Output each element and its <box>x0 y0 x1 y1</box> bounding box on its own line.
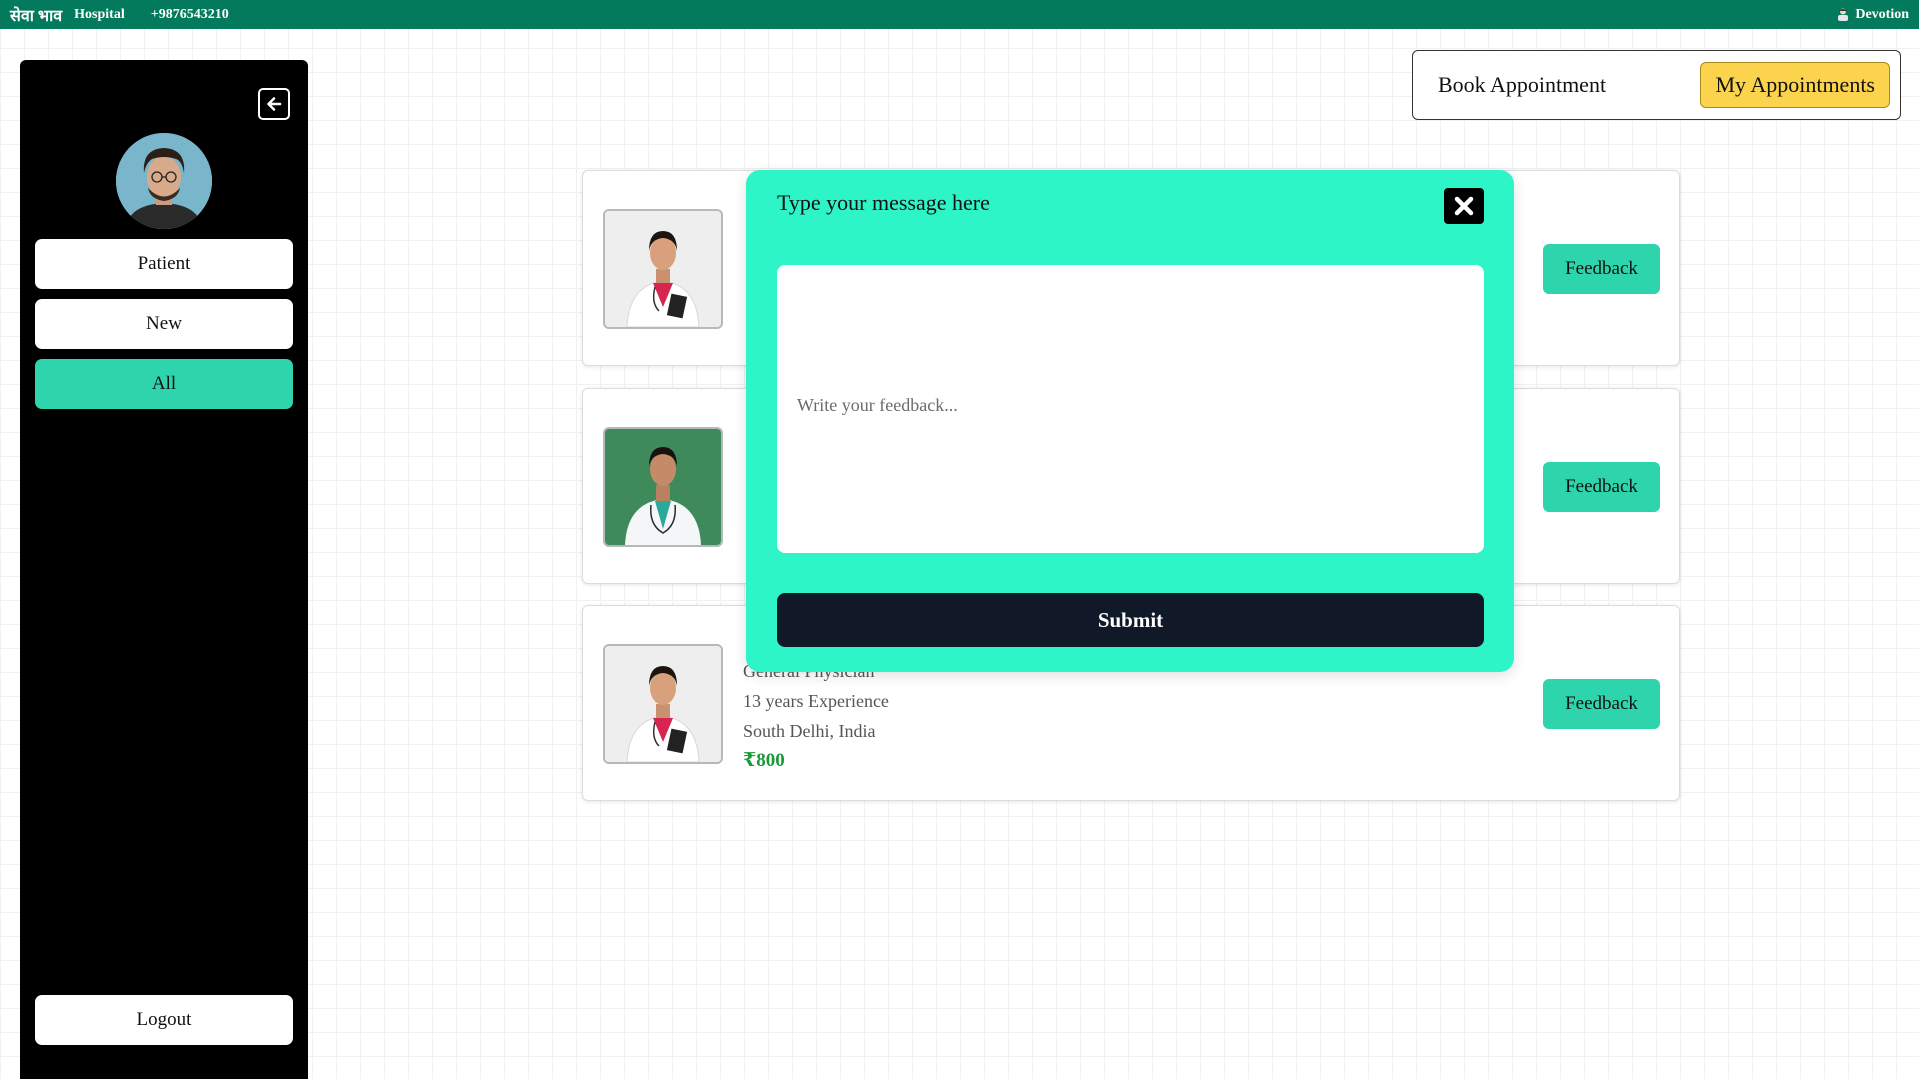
feedback-modal: Type your message here Submit <box>746 170 1514 672</box>
phone-number: +9876543210 <box>150 6 229 22</box>
submit-label: Submit <box>1097 607 1164 632</box>
feedback-label: Feedback <box>1565 258 1638 279</box>
book-appointment-link[interactable]: Book Appointment <box>1438 72 1606 98</box>
brand-logo-text: सेवा भाव <box>10 7 63 25</box>
logout-button[interactable]: Logout <box>35 995 293 1045</box>
feedback-button[interactable]: Feedback <box>1543 244 1660 294</box>
sidebar-item-label: All <box>151 373 177 394</box>
doctor-photo <box>603 427 723 547</box>
sidebar-item-label: Patient <box>137 253 191 274</box>
appointment-nav: Book Appointment My Appointments <box>1412 50 1901 120</box>
collapse-sidebar-button[interactable] <box>258 88 290 120</box>
submit-button[interactable]: Submit <box>777 593 1484 647</box>
brand-subtitle: Hospital <box>74 6 125 22</box>
user-avatar <box>116 133 212 229</box>
feedback-textarea[interactable] <box>777 265 1484 553</box>
feedback-label: Feedback <box>1565 476 1638 497</box>
user-icon <box>1837 8 1849 21</box>
my-appointments-button[interactable]: My Appointments <box>1700 62 1890 108</box>
doctor-experience: 13 years Experience <box>743 691 889 711</box>
sidebar-item-label: New <box>146 313 182 334</box>
user-menu[interactable]: Devotion <box>1837 7 1909 23</box>
close-modal-button[interactable] <box>1444 188 1484 224</box>
logout-label: Logout <box>136 1009 192 1030</box>
my-appointments-label: My Appointments <box>1715 72 1875 97</box>
modal-title: Type your message here <box>777 190 990 215</box>
feedback-button[interactable]: Feedback <box>1543 679 1660 729</box>
doctor-photo <box>603 209 723 329</box>
sidebar-item-patient[interactable]: Patient <box>35 239 293 289</box>
arrow-left-square-icon <box>267 97 282 111</box>
user-name: Devotion <box>1855 6 1909 22</box>
top-bar: सेवा भाव Hospital +9876543210 Devotion <box>0 0 1919 29</box>
sidebar-item-all[interactable]: All <box>35 359 293 409</box>
doctor-location: South Delhi, India <box>743 721 876 741</box>
sidebar-item-new[interactable]: New <box>35 299 293 349</box>
feedback-label: Feedback <box>1565 693 1638 714</box>
consultation-fee: ₹800 <box>743 750 785 771</box>
doctor-photo <box>603 644 723 764</box>
close-x-icon <box>1454 196 1474 216</box>
sidebar: Patient New All Logout <box>20 60 308 1079</box>
feedback-button[interactable]: Feedback <box>1543 462 1660 512</box>
